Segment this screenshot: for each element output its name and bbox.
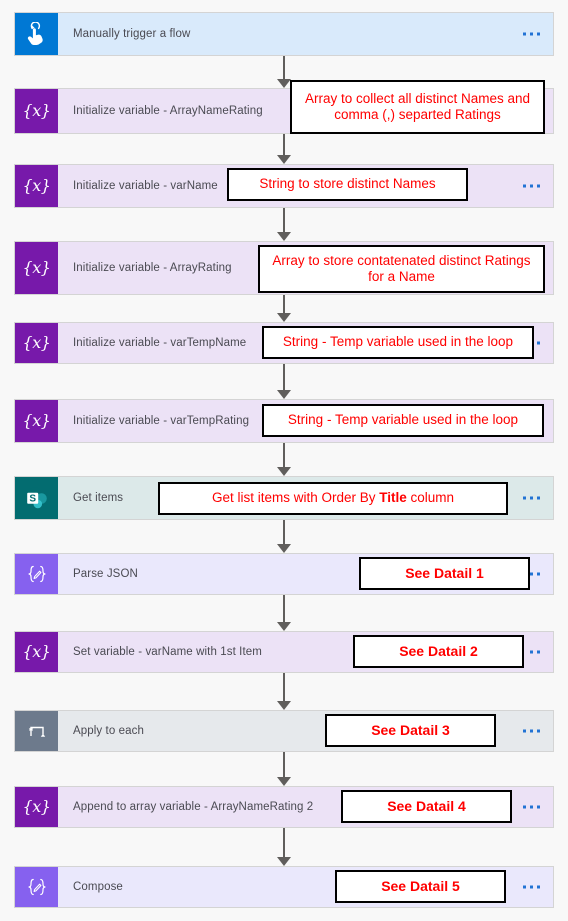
variable-icon: {x} xyxy=(22,642,51,661)
connector-arrow xyxy=(277,232,291,241)
touch-trigger-icon xyxy=(26,22,48,46)
connector-line xyxy=(283,364,285,391)
connector-line xyxy=(283,828,285,858)
step-overflow-menu-button[interactable] xyxy=(523,496,540,500)
step-icon-initialize-variable-arraynamerating: {x} xyxy=(15,89,58,133)
variable-icon: {x} xyxy=(22,797,51,816)
step-overflow-menu-button[interactable] xyxy=(523,885,540,889)
step-icon-compose xyxy=(15,867,58,907)
annotation-callout-get-items: Get list items with Order By Title colum… xyxy=(158,482,508,515)
step-icon-manually-trigger-a-flow xyxy=(15,13,58,55)
annotation-text: Array to collect all distinct Names and … xyxy=(304,90,531,122)
annotation-text: String - Temp variable used in the loop xyxy=(287,412,519,428)
annotation-callout-append-to-array-variable-arraynamerating-2: See Datail 4 xyxy=(341,790,512,823)
step-icon-append-to-array-variable-arraynamerating-2: {x} xyxy=(15,787,58,827)
annotation-text: See Datail 1 xyxy=(405,564,484,581)
connector-arrow xyxy=(277,622,291,631)
connector-arrow xyxy=(277,467,291,476)
annotation-text: See Datail 4 xyxy=(387,797,466,814)
connector-line xyxy=(283,208,285,233)
connector-arrow xyxy=(277,701,291,710)
annotation-text: Array to store contatenated distinct Rat… xyxy=(272,252,531,284)
connector-line xyxy=(283,595,285,623)
step-icon-initialize-variable-vartempname: {x} xyxy=(15,323,58,363)
annotation-callout-parse-json: See Datail 1 xyxy=(359,557,530,590)
annotation-text: See Datail 5 xyxy=(381,877,460,894)
variable-icon: {x} xyxy=(22,258,51,277)
annotation-text: Get list items with Order By Title colum… xyxy=(211,490,455,506)
step-icon-set-variable-varname-with-1st-item: {x} xyxy=(15,632,58,672)
step-title: Apply to each xyxy=(73,725,144,737)
loop-icon xyxy=(27,722,47,740)
annotation-callout-apply-to-each: See Datail 3 xyxy=(325,714,496,747)
json-icon xyxy=(25,565,49,583)
step-overflow-menu-button[interactable] xyxy=(530,572,540,576)
connector-line xyxy=(283,443,285,468)
step-title: Initialize variable - varTempName xyxy=(73,337,247,349)
step-icon-parse-json xyxy=(15,554,58,594)
annotation-callout-initialize-variable-arraynamerating: Array to collect all distinct Names and … xyxy=(290,80,545,134)
step-overflow-menu-button[interactable] xyxy=(537,341,540,345)
annotation-callout-initialize-variable-arrayrating: Array to store contatenated distinct Rat… xyxy=(258,245,545,293)
connector-arrow xyxy=(277,390,291,399)
annotation-text: String - Temp variable used in the loop xyxy=(282,334,514,350)
connector-line xyxy=(283,56,285,80)
flow-step-card-manually-trigger-a-flow[interactable]: Manually trigger a flow xyxy=(14,12,554,56)
annotation-text: See Datail 2 xyxy=(399,642,478,659)
annotation-callout-initialize-variable-varname: String to store distinct Names xyxy=(227,168,468,201)
step-title: Initialize variable - ArrayRating xyxy=(73,262,232,274)
connector-line xyxy=(283,752,285,778)
connector-arrow xyxy=(277,155,291,164)
annotation-callout-initialize-variable-vartemprating: String - Temp variable used in the loop xyxy=(262,404,544,437)
step-icon-get-items: S xyxy=(15,477,58,519)
connector-line xyxy=(283,134,285,156)
step-icon-apply-to-each xyxy=(15,711,58,751)
annotation-text: String to store distinct Names xyxy=(259,176,436,192)
annotation-callout-compose: See Datail 5 xyxy=(335,870,506,903)
step-overflow-menu-button[interactable] xyxy=(523,184,540,188)
connector-line xyxy=(283,295,285,314)
json-icon xyxy=(25,878,49,896)
step-overflow-menu-button[interactable] xyxy=(523,805,540,809)
connector-arrow xyxy=(277,544,291,553)
step-icon-initialize-variable-vartemprating: {x} xyxy=(15,400,58,442)
connector-arrow xyxy=(277,79,291,88)
step-title: Append to array variable - ArrayNameRati… xyxy=(73,801,314,813)
annotation-callout-initialize-variable-vartempname: String - Temp variable used in the loop xyxy=(262,326,534,359)
step-body-manually-trigger-a-flow: Manually trigger a flow xyxy=(58,13,553,55)
step-icon-initialize-variable-varname: {x} xyxy=(15,165,58,207)
step-title: Parse JSON xyxy=(73,568,138,580)
connector-arrow xyxy=(277,857,291,866)
step-title: Initialize variable - varTempRating xyxy=(73,415,250,427)
svg-text:S: S xyxy=(29,493,36,504)
annotation-text: See Datail 3 xyxy=(371,721,450,738)
variable-icon: {x} xyxy=(22,176,51,195)
step-title: Initialize variable - ArrayNameRating xyxy=(73,105,263,117)
flow-canvas: Manually trigger a flow {x} Initialize var… xyxy=(0,0,568,921)
variable-icon: {x} xyxy=(22,333,51,352)
connector-arrow xyxy=(277,313,291,322)
sharepoint-icon: S xyxy=(24,485,50,511)
step-title: Get items xyxy=(73,492,124,504)
connector-line xyxy=(283,673,285,702)
connector-line xyxy=(283,520,285,545)
connector-arrow xyxy=(277,777,291,786)
step-overflow-menu-button[interactable] xyxy=(530,650,540,654)
step-overflow-menu-button[interactable] xyxy=(523,729,540,733)
annotation-callout-set-variable-varname-with-1st-item: See Datail 2 xyxy=(353,635,524,668)
step-title: Set variable - varName with 1st Item xyxy=(73,646,262,658)
step-title: Compose xyxy=(73,881,123,893)
step-title: Initialize variable - varName xyxy=(73,180,218,192)
step-icon-initialize-variable-arrayrating: {x} xyxy=(15,242,58,294)
step-overflow-menu-button[interactable] xyxy=(523,32,540,36)
variable-icon: {x} xyxy=(22,101,51,120)
variable-icon: {x} xyxy=(22,411,51,430)
step-title: Manually trigger a flow xyxy=(73,28,191,40)
